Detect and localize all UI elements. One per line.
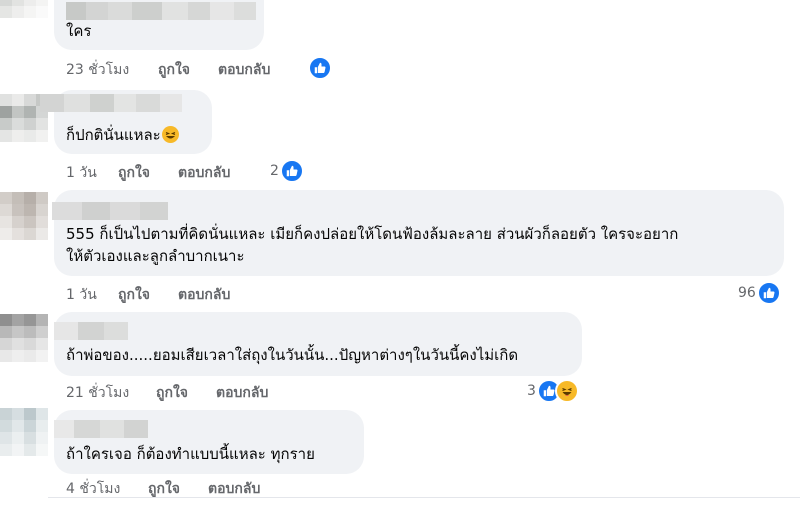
commenter-name[interactable]: [66, 2, 256, 20]
comment-text-line1: 555 ก็เป็นไปตามที่คิดนั่นแหละ เมียก็คงปล…: [66, 225, 679, 243]
avatar[interactable]: [0, 314, 48, 362]
reaction-summary[interactable]: 96: [738, 281, 781, 305]
reaction-count: 3: [527, 383, 536, 399]
comment-timestamp[interactable]: 1 วัน: [66, 162, 97, 184]
reply-button[interactable]: ตอบกลับ: [218, 59, 270, 81]
like-button[interactable]: ถูกใจ: [118, 162, 150, 184]
comment-timestamp[interactable]: 21 ชั่วโมง: [66, 382, 129, 404]
divider: [48, 497, 800, 498]
commenter-name[interactable]: [40, 94, 182, 112]
like-reaction-icon: [756, 281, 781, 305]
comment-text: ถ้าพ่อของ.....ยอมเสียเวลาใส่ถุงในวันนั้น…: [66, 346, 519, 364]
comment-text: ถ้าใครเจอ ก็ต้องทำแบบนี้แหละ ทุกราย: [66, 445, 315, 463]
avatar[interactable]: [0, 0, 48, 18]
commenter-name[interactable]: [54, 420, 148, 438]
comment-text: ใคร: [66, 22, 92, 40]
comment-text: ก็ปกตินั่นแหละ: [66, 124, 179, 146]
reaction-summary[interactable]: 2: [270, 159, 304, 183]
comment-timestamp[interactable]: 1 วัน: [66, 284, 97, 306]
like-button[interactable]: ถูกใจ: [156, 382, 188, 404]
commenter-name[interactable]: [52, 202, 168, 220]
commenter-name[interactable]: [54, 322, 128, 340]
comment-text-line2: ให้ตัวเองและลูกลำบากเนาะ: [66, 247, 245, 265]
comment-timestamp[interactable]: 23 ชั่วโมง: [66, 59, 129, 81]
like-reaction-icon: [308, 56, 332, 80]
comment-text-content: ก็ปกตินั่นแหละ: [66, 126, 161, 144]
reaction-summary[interactable]: [308, 56, 332, 80]
like-button[interactable]: ถูกใจ: [118, 284, 150, 306]
reaction-count: 96: [738, 285, 756, 301]
avatar[interactable]: [0, 408, 48, 456]
grinning-emoji-icon: [161, 126, 179, 143]
reply-button[interactable]: ตอบกลับ: [216, 382, 268, 404]
reaction-summary[interactable]: 3: [527, 379, 579, 403]
reply-button[interactable]: ตอบกลับ: [178, 284, 230, 306]
haha-reaction-icon: [554, 379, 579, 403]
reaction-count: 2: [270, 163, 279, 179]
like-reaction-icon: [279, 159, 304, 183]
reply-button[interactable]: ตอบกลับ: [178, 162, 230, 184]
like-button[interactable]: ถูกใจ: [158, 59, 190, 81]
avatar[interactable]: [0, 192, 48, 240]
